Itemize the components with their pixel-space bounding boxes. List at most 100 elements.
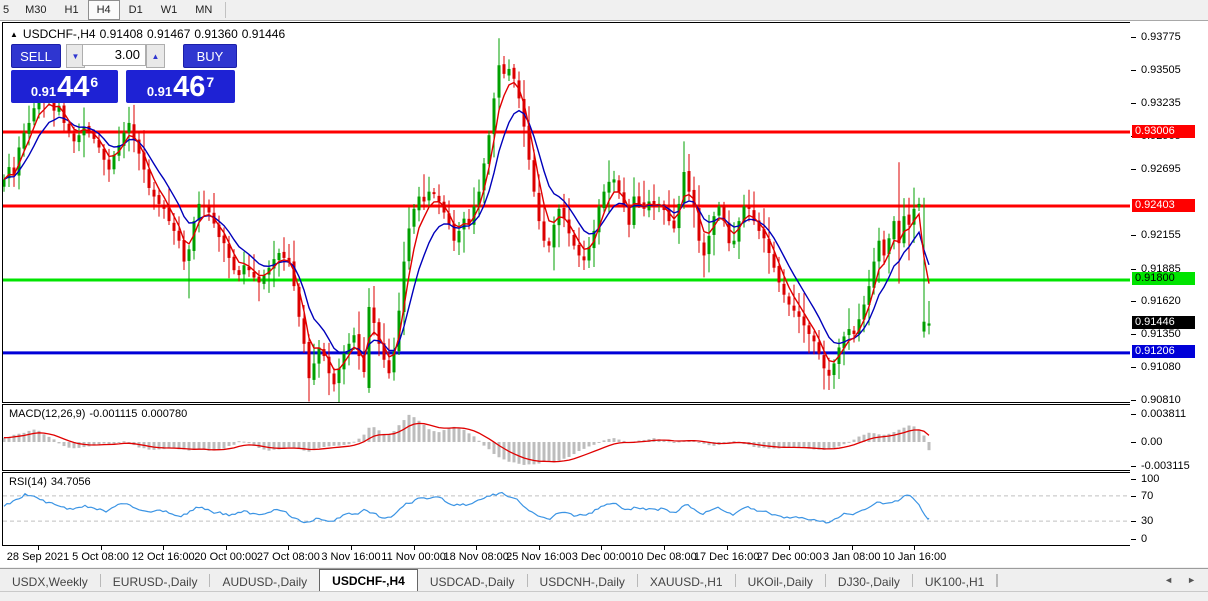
rsi-tick-label: 30 — [1141, 515, 1153, 527]
date-tick-mark — [914, 546, 915, 550]
collapse-panel-icon[interactable]: ▲ — [10, 30, 18, 39]
date-tick-label: 17 Dec 16:00 — [694, 551, 759, 563]
buy-price-pip: 7 — [206, 74, 214, 90]
macd-tick-mark — [1131, 466, 1136, 467]
date-tick-label: 11 Nov 00:00 — [381, 551, 446, 563]
timeframe-MN[interactable]: MN — [186, 0, 221, 20]
volume-input[interactable]: 3.00 — [82, 44, 146, 66]
timeframe-D1[interactable]: D1 — [120, 0, 152, 20]
date-tick-mark — [38, 546, 39, 550]
chart-tab-UKOil-Daily[interactable]: UKOil-,Daily — [736, 572, 825, 591]
current-price-badge: 0.91446 — [1132, 316, 1195, 329]
volume-increase-button[interactable]: ▲ — [146, 44, 165, 68]
macd-tick-mark — [1131, 442, 1136, 443]
timeframe-W1[interactable]: W1 — [152, 0, 187, 20]
rsi-tick-mark — [1131, 496, 1136, 497]
date-tick-label: 27 Dec 00:00 — [756, 551, 821, 563]
sell-price-box[interactable]: 0.91446 — [11, 70, 118, 103]
price-tick-label: 0.93235 — [1141, 97, 1181, 109]
price-tick-mark — [1131, 400, 1136, 401]
sell-button[interactable]: SELL — [11, 44, 61, 68]
tab-scroll-right-icon[interactable]: ► — [1187, 575, 1196, 585]
level-badge-0.93006[interactable]: 0.93006 — [1132, 125, 1195, 138]
ohlc-low: 0.91360 — [194, 27, 237, 41]
date-tick-mark — [601, 546, 602, 550]
price-tick-label: 0.91080 — [1141, 361, 1181, 373]
macd-indicator-panel[interactable]: MACD(12,26,9)-0.0011150.000780 — [2, 404, 1131, 471]
macd-main-value: -0.001115 — [89, 408, 137, 420]
date-tick-mark — [414, 546, 415, 550]
chart-symbol: USDCHF-,H4 — [23, 27, 96, 41]
sell-price-pip: 6 — [90, 74, 98, 90]
tab-scroll-left-icon[interactable]: ◄ — [1164, 575, 1173, 585]
date-tick-mark — [789, 546, 790, 550]
chart-tab-XAUUSD-H1[interactable]: XAUUSD-,H1 — [638, 572, 735, 591]
date-tick-label: 5 Oct 08:00 — [72, 551, 129, 563]
macd-signal-value: 0.000780 — [141, 408, 187, 420]
date-tick-mark — [539, 546, 540, 550]
price-tick-label: 0.93505 — [1141, 64, 1181, 76]
level-badge-0.91206[interactable]: 0.91206 — [1132, 345, 1195, 358]
rsi-indicator-panel[interactable]: RSI(14)34.7056 — [2, 472, 1131, 546]
price-tick-mark — [1131, 70, 1136, 71]
chart-tab-UK100-H1[interactable]: UK100-,H1 — [913, 572, 996, 591]
date-tick-mark — [476, 546, 477, 550]
macd-label: MACD(12,26,9)-0.0011150.000780 — [9, 408, 191, 420]
rsi-tick-label: 0 — [1141, 533, 1147, 545]
timeframe-H1[interactable]: H1 — [56, 0, 88, 20]
date-tick-label: 3 Dec 00:00 — [572, 551, 631, 563]
chart-tab-bar: USDX,WeeklyEURUSD-,DailyAUDUSD-,DailyUSD… — [0, 568, 1208, 592]
buy-price-prefix: 0.91 — [147, 84, 172, 99]
buy-button[interactable]: BUY — [183, 44, 237, 68]
level-badge-0.91800[interactable]: 0.91800 — [1132, 272, 1195, 285]
date-tick-mark — [852, 546, 853, 550]
chart-tab-USDCAD-Daily[interactable]: USDCAD-,Daily — [418, 572, 527, 591]
timeframe-H4[interactable]: H4 — [88, 0, 120, 20]
chart-tab-USDCHF-H4[interactable]: USDCHF-,H4 — [319, 569, 418, 591]
price-tick-mark — [1131, 37, 1136, 38]
buy-price-box[interactable]: 0.91467 — [126, 70, 235, 103]
date-tick-label: 18 Nov 08:00 — [443, 551, 508, 563]
chart-tab-USDX-Weekly[interactable]: USDX,Weekly — [0, 572, 100, 591]
macd-tick-label: -0.003115 — [1141, 460, 1190, 472]
date-tick-mark — [664, 546, 665, 550]
chart-tab-AUDUSD-Daily[interactable]: AUDUSD-,Daily — [210, 572, 319, 591]
timeframe-5[interactable]: 5 — [0, 0, 16, 20]
date-tick-label: 27 Oct 08:00 — [257, 551, 320, 563]
price-axis[interactable]: 0.937750.935050.932350.929650.926950.921… — [1130, 21, 1208, 567]
price-chart-panel[interactable]: ▲USDCHF-,H40.914080.914670.913600.91446 … — [2, 22, 1131, 403]
ohlc-high: 0.91467 — [147, 27, 190, 41]
price-tick-label: 0.91620 — [1141, 295, 1181, 307]
price-tick-label: 0.92695 — [1141, 163, 1181, 175]
chart-tab-USDCNH-Daily[interactable]: USDCNH-,Daily — [528, 572, 637, 591]
macd-tick-label: 0.003811 — [1141, 408, 1186, 420]
rsi-tick-label: 70 — [1141, 490, 1153, 502]
buy-price-big: 46 — [173, 73, 205, 102]
tab-separator — [997, 574, 998, 587]
ohlc-open: 0.91408 — [100, 27, 143, 41]
macd-tick-label: 0.00 — [1141, 436, 1162, 448]
price-tick-label: 0.90810 — [1141, 394, 1181, 406]
date-tick-mark — [101, 546, 102, 550]
price-tick-mark — [1131, 103, 1136, 104]
one-click-trading-panel: SELL ▼ 3.00 ▲ BUY 0.91446 0.91467 — [11, 44, 235, 102]
price-tick-label: 0.91350 — [1141, 328, 1181, 340]
ohlc-close: 0.91446 — [242, 27, 285, 41]
rsi-tick-mark — [1131, 521, 1136, 522]
level-badge-0.92403[interactable]: 0.92403 — [1132, 199, 1195, 212]
chart-tab-EURUSD-Daily[interactable]: EURUSD-,Daily — [101, 572, 210, 591]
date-tick-label: 10 Jan 16:00 — [883, 551, 947, 563]
price-tick-label: 0.92155 — [1141, 229, 1181, 241]
rsi-tick-mark — [1131, 479, 1136, 480]
chart-tab-DJ30-Daily[interactable]: DJ30-,Daily — [826, 572, 912, 591]
rsi-canvas — [3, 473, 1130, 545]
date-tick-label: 3 Nov 16:00 — [321, 551, 380, 563]
sell-price-prefix: 0.91 — [31, 84, 56, 99]
date-tick-label: 28 Sep 2021 — [7, 551, 69, 563]
timeframe-M30[interactable]: M30 — [16, 0, 55, 20]
rsi-tick-label: 100 — [1141, 473, 1159, 485]
date-axis[interactable]: 28 Sep 20215 Oct 08:0012 Oct 16:0020 Oct… — [2, 546, 1206, 567]
date-tick-mark — [226, 546, 227, 550]
rsi-value: 34.7056 — [51, 476, 91, 488]
date-tick-label: 10 Dec 08:00 — [631, 551, 696, 563]
